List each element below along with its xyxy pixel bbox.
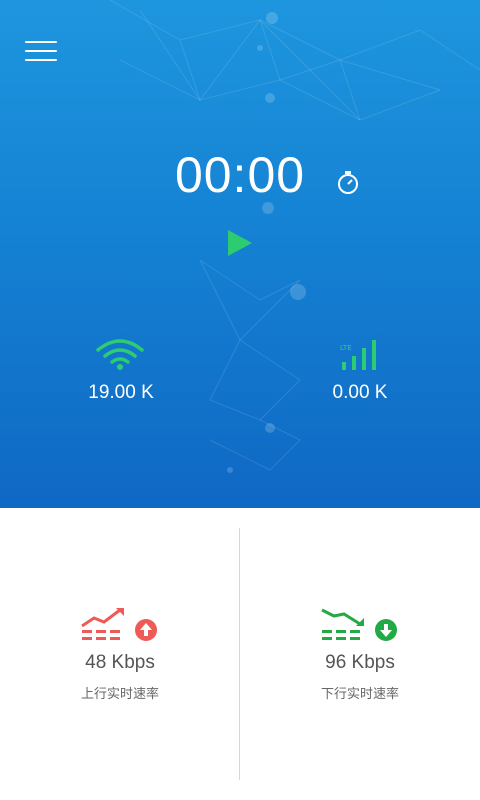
upload-speed-value: 48 Kbps	[85, 652, 155, 673]
download-speed-label: 下行实时速率	[320, 687, 399, 702]
download-trend-icon	[321, 608, 397, 641]
lte-badge: LTE	[340, 344, 352, 352]
hero-panel: 00:00 19.00 K LTE 0.00 K	[0, 0, 480, 508]
menu-line	[25, 41, 57, 43]
wifi-value: 19.00 K	[88, 382, 154, 403]
download-speed-value: 96 Kbps	[325, 652, 395, 673]
wifi-icon	[96, 339, 144, 370]
menu-line	[25, 59, 57, 61]
speed-panel: 48 Kbps 上行实时速率 96 Kbps 下行实时速率	[0, 508, 480, 800]
lte-signal-icon: LTE	[340, 340, 376, 370]
mobile-value: 0.00 K	[332, 382, 388, 403]
menu-line	[25, 50, 57, 52]
upload-trend-icon	[81, 608, 157, 641]
stopwatch-icon[interactable]	[334, 168, 362, 196]
column-divider	[239, 528, 240, 780]
timer-display: 00:00	[174, 147, 306, 203]
play-icon[interactable]	[222, 226, 256, 260]
upload-speed-label: 上行实时速率	[80, 687, 159, 702]
menu-button[interactable]	[22, 38, 60, 66]
